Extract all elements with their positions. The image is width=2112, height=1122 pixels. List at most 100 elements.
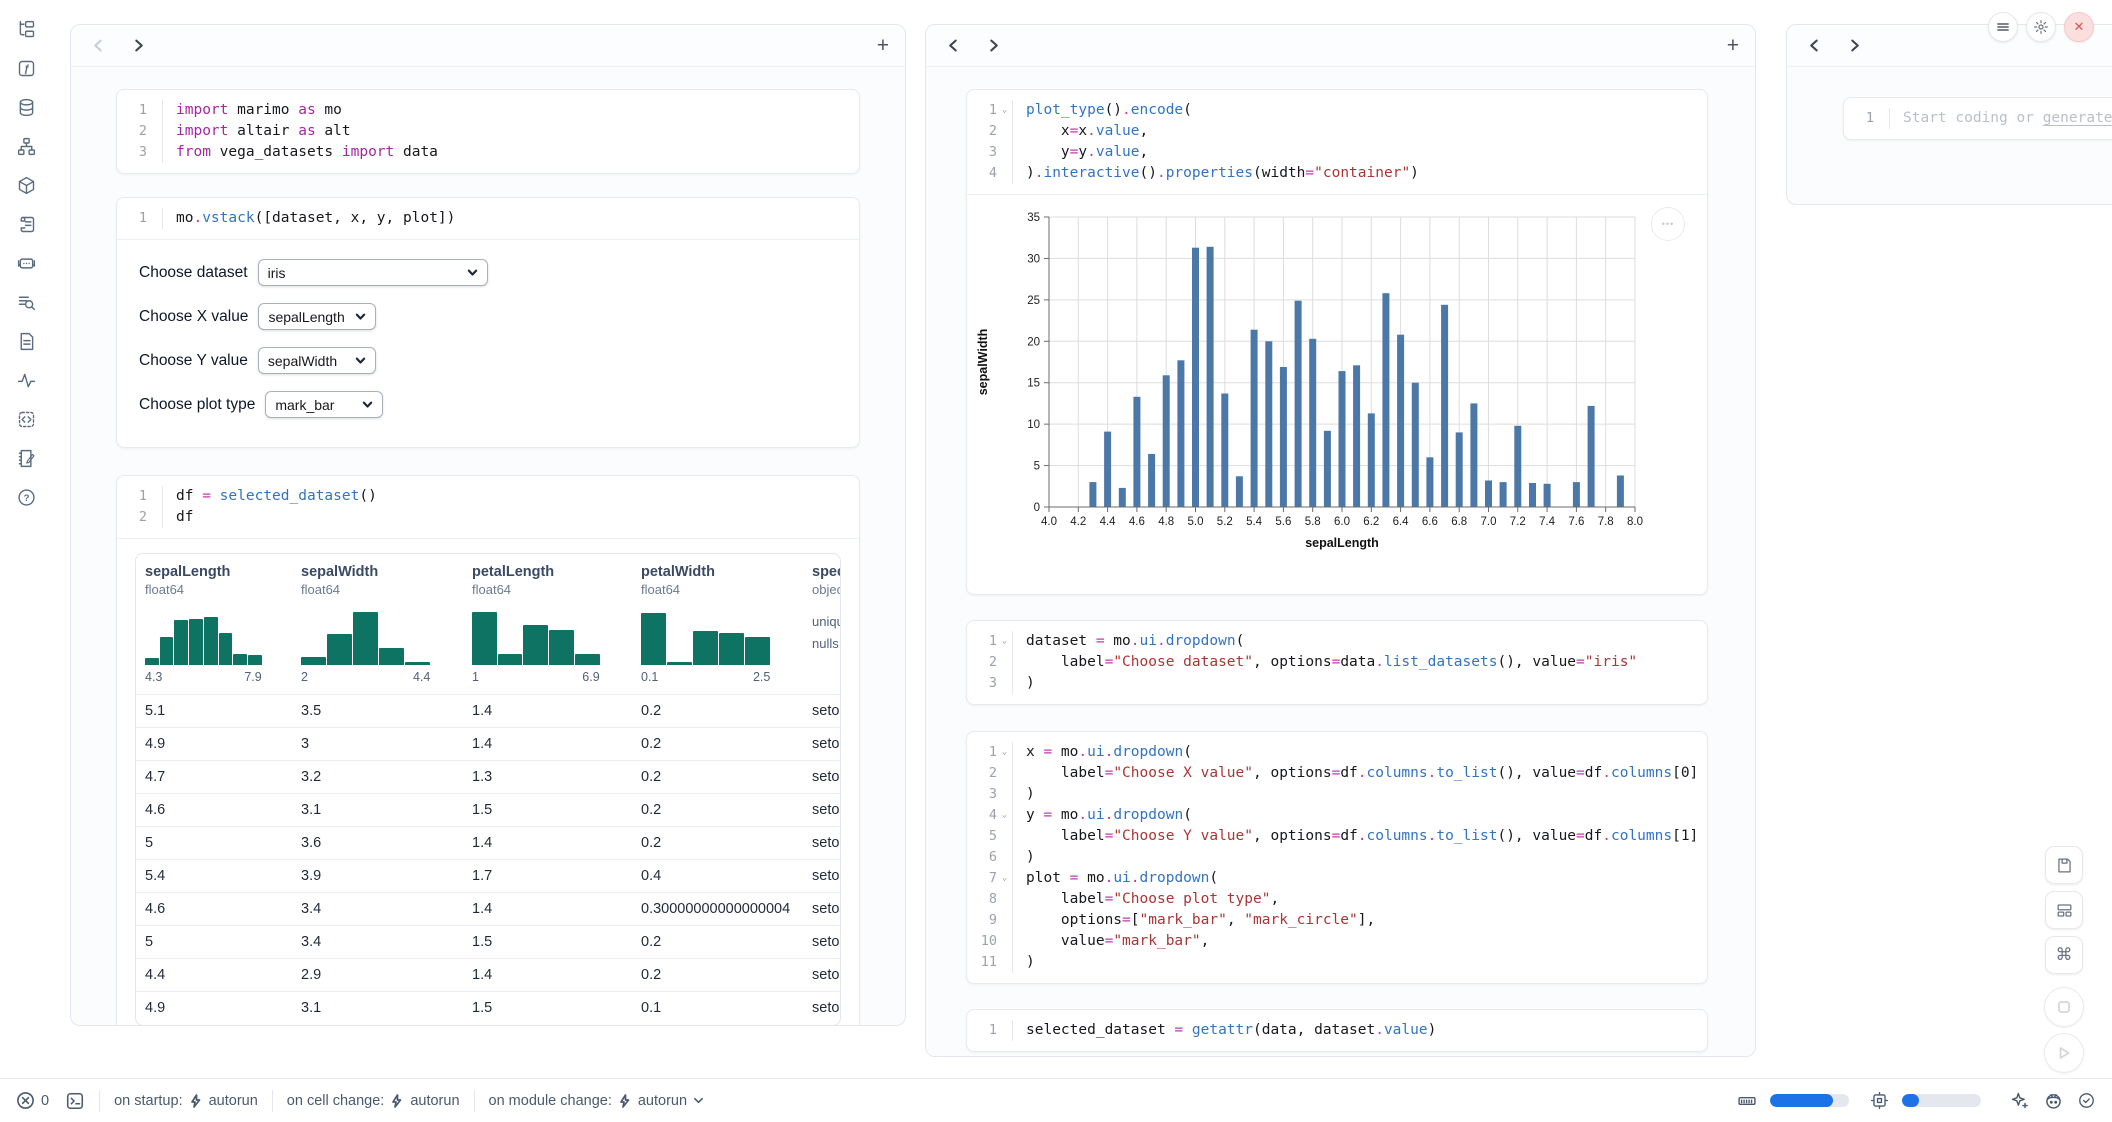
table-row[interactable]: 5.13.51.40.2setos	[136, 695, 841, 728]
table-footer: 150 rows, 5 columns « ‹ Page 1 of 15 › »…	[135, 1026, 841, 1027]
code-line[interactable]: 1mo.vstack([dataset, x, y, plot])	[117, 208, 859, 229]
menu-button[interactable]	[1988, 12, 2018, 42]
scratchpad-icon[interactable]	[15, 447, 37, 469]
packages-icon[interactable]	[15, 174, 37, 196]
generate-link[interactable]: generate	[2043, 110, 2112, 126]
column-header[interactable]: sepalWidthfloat6424.4	[292, 554, 463, 695]
code-line[interactable]: 2df	[117, 507, 859, 528]
table-row[interactable]: 53.41.50.2setos	[136, 926, 841, 959]
table-row[interactable]: 53.61.40.2setos	[136, 827, 841, 860]
code-line[interactable]: 7⌄plot = mo.ui.dropdown(	[967, 868, 1707, 889]
dataframe-table[interactable]: sepalLengthfloat644.37.9sepalWidthfloat6…	[135, 553, 841, 1026]
bar	[1529, 483, 1536, 507]
close-button[interactable]: ✕	[2064, 12, 2094, 42]
code-line[interactable]: 4⌄y = mo.ui.dropdown(	[967, 805, 1707, 826]
add-cell-button[interactable]: +	[877, 35, 889, 56]
code-line[interactable]: 10 value="mark_bar",	[967, 931, 1707, 952]
code-outline-icon[interactable]	[15, 408, 37, 430]
code-line[interactable]: 5 label="Choose Y value", options=df.col…	[967, 826, 1707, 847]
terminal-button[interactable]	[65, 1091, 85, 1111]
table-row[interactable]: 5.43.91.70.4setos	[136, 860, 841, 893]
column-header[interactable]: speciobjecuniqunulls:	[803, 554, 841, 695]
table-row[interactable]: 4.42.91.40.2setos	[136, 959, 841, 992]
code-line[interactable]: 1⌄dataset = mo.ui.dropdown(	[967, 631, 1707, 652]
help-icon[interactable]: ?	[15, 486, 37, 508]
column-header[interactable]: petalLengthfloat6416.9	[463, 554, 632, 695]
file-explorer-icon[interactable]	[15, 18, 37, 40]
code-line[interactable]: 3)	[967, 784, 1707, 805]
code-line[interactable]: 6)	[967, 847, 1707, 868]
documentation-icon[interactable]	[15, 330, 37, 352]
code-line[interactable]: 3)	[967, 673, 1707, 694]
choose-dataset-select[interactable]: iris	[258, 259, 488, 286]
save-button[interactable]	[2045, 846, 2083, 884]
dependency-graph-icon[interactable]	[15, 135, 37, 157]
code-line[interactable]: 1import marimo as mo	[117, 100, 859, 121]
code-line[interactable]: 9 options=["mark_bar", "mark_circle"],	[967, 910, 1707, 931]
cell-plot[interactable]: 1⌄plot_type().encode(2 x=x.value,3 y=y.v…	[966, 89, 1708, 595]
connection-status-icon[interactable]	[2077, 1091, 2096, 1110]
code-line[interactable]: 3from vega_datasets import data	[117, 142, 859, 163]
code-line[interactable]: 1⌄x = mo.ui.dropdown(	[967, 742, 1707, 763]
layout-button[interactable]	[2045, 891, 2083, 929]
on-cell-change-setting[interactable]: on cell change: autorun	[287, 1093, 460, 1109]
code-line[interactable]: 2 label="Choose X value", options=df.col…	[967, 763, 1707, 784]
choose-y-value-select[interactable]: sepalWidth	[258, 347, 376, 374]
on-module-change-setting[interactable]: on module change: autorun	[489, 1093, 705, 1109]
choose-x-value-select[interactable]: sepalLength	[258, 303, 376, 330]
ai-sparkles-icon[interactable]	[2010, 1091, 2030, 1111]
stop-button[interactable]	[2044, 987, 2084, 1027]
column-right-icon[interactable]	[1843, 35, 1865, 57]
tracing-icon[interactable]	[15, 369, 37, 391]
code-line[interactable]: 8 label="Choose plot type",	[967, 889, 1707, 910]
code-line[interactable]: 2 label="Choose dataset", options=data.l…	[967, 652, 1707, 673]
code-line[interactable]: 1selected_dataset = getattr(data, datase…	[967, 1020, 1707, 1041]
add-cell-button[interactable]: +	[1727, 35, 1739, 56]
code-line[interactable]: 1⌄plot_type().encode(	[967, 100, 1707, 121]
cell-selected-dataset[interactable]: 1selected_dataset = getattr(data, datase…	[966, 1009, 1708, 1052]
chat-icon[interactable]	[15, 252, 37, 274]
lightning-icon	[189, 1094, 203, 1108]
run-button[interactable]	[2044, 1033, 2084, 1073]
table-row[interactable]: 4.73.21.30.2setos	[136, 761, 841, 794]
code-line[interactable]: 1df = selected_dataset()	[117, 486, 859, 507]
cell-xy-dropdowns[interactable]: 1⌄x = mo.ui.dropdown(2 label="Choose X v…	[966, 731, 1708, 984]
logs-icon[interactable]	[15, 213, 37, 235]
column-right-icon[interactable]	[982, 35, 1004, 57]
keyboard-shortcuts-button[interactable]: ⌘	[2045, 936, 2083, 974]
cell-vstack[interactable]: 1mo.vstack([dataset, x, y, plot]) Choose…	[116, 197, 860, 448]
on-startup-setting[interactable]: on startup: autorun	[114, 1093, 258, 1109]
table-row[interactable]: 4.63.41.40.30000000000000004setos	[136, 893, 841, 926]
column-header[interactable]: petalWidthfloat640.12.5	[632, 554, 803, 695]
snippets-icon[interactable]	[15, 291, 37, 313]
code-line[interactable]: 2 x=x.value,	[967, 121, 1707, 142]
choose-plot-type-select[interactable]: mark_bar	[265, 391, 383, 418]
column-left-icon[interactable]	[1803, 35, 1825, 57]
cell-imports[interactable]: 1import marimo as mo2import altair as al…	[116, 89, 860, 174]
lightning-icon	[618, 1094, 632, 1108]
chart-actions-button[interactable]: •••	[1651, 207, 1685, 241]
code-line[interactable]: 4).interactive().properties(width="conta…	[967, 163, 1707, 184]
column-left-icon[interactable]	[942, 35, 964, 57]
code-line[interactable]: 11)	[967, 952, 1707, 973]
column-header[interactable]: sepalLengthfloat644.37.9	[136, 554, 292, 695]
svg-text:20: 20	[1027, 336, 1040, 348]
altair-chart[interactable]: 4.04.24.44.64.85.05.25.45.65.86.06.26.46…	[973, 207, 1707, 584]
column-right-icon[interactable]	[127, 35, 149, 57]
errors-indicator[interactable]: 0	[16, 1091, 49, 1110]
code-line[interactable]: 3 y=y.value,	[967, 142, 1707, 163]
cell-new-empty[interactable]: 1 Start coding or generate with AI	[1843, 97, 2112, 140]
cell-dataframe[interactable]: 1df = selected_dataset()2df sepalLengthf…	[116, 475, 860, 1026]
table-row[interactable]: 4.93.11.50.1setos	[136, 992, 841, 1025]
code-line[interactable]: 2import altair as alt	[117, 121, 859, 142]
code-placeholder[interactable]: Start coding or generate with AI	[1889, 108, 2112, 129]
data-sources-icon[interactable]	[15, 96, 37, 118]
column-left-icon[interactable]	[87, 35, 109, 57]
table-row[interactable]: 4.63.11.50.2setos	[136, 794, 841, 827]
variables-icon[interactable]: ƒ	[15, 57, 37, 79]
settings-gear-button[interactable]	[2026, 12, 2056, 42]
cell-dataset-dropdown[interactable]: 1⌄dataset = mo.ui.dropdown(2 label="Choo…	[966, 620, 1708, 705]
table-row[interactable]: 4.931.40.2setos	[136, 728, 841, 761]
bar	[1368, 413, 1375, 507]
assistant-bot-icon[interactable]	[2043, 1090, 2064, 1111]
